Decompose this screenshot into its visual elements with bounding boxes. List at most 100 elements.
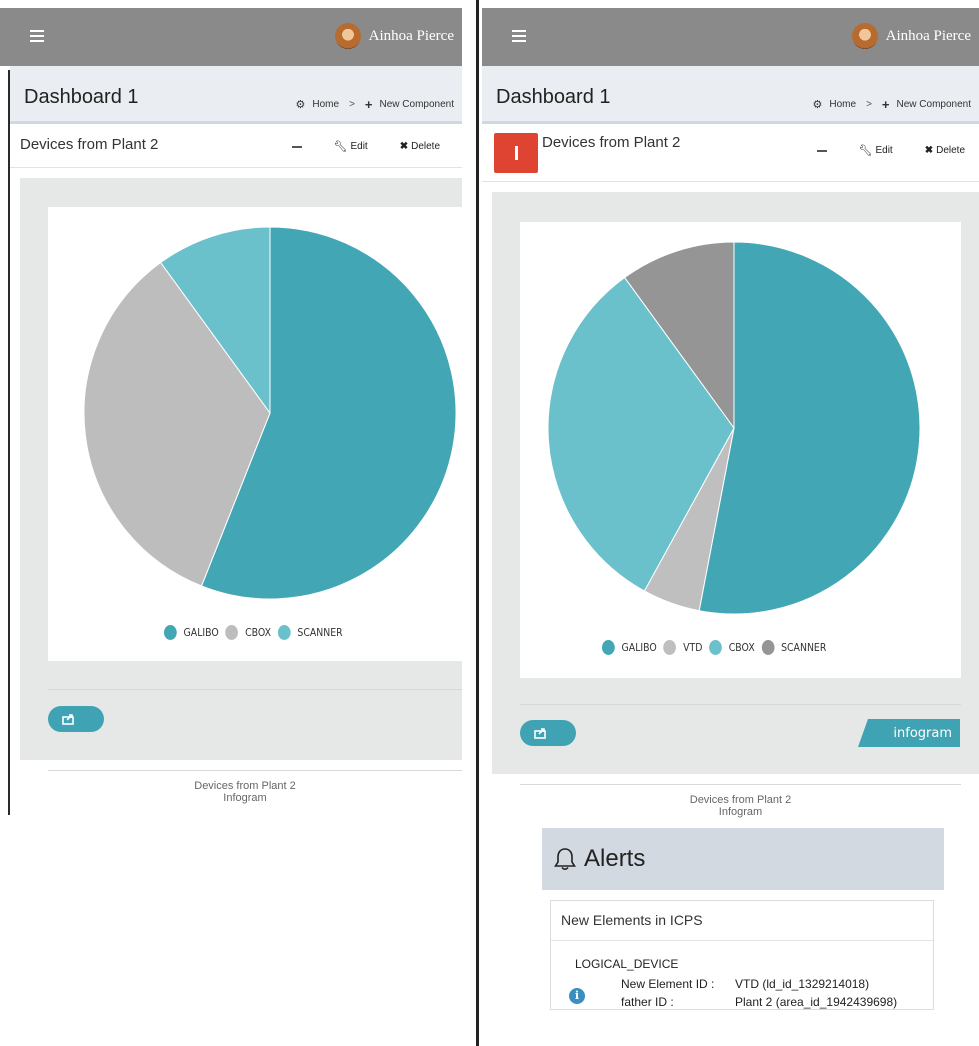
legend-label: CBOX [728,641,755,654]
widget-title: Devices from Plant 2 [20,136,159,153]
breadcrumb-home[interactable]: ⚙ Home [813,98,857,111]
chart-legend: GALIBO CBOX SCANNER [164,625,343,640]
delete-label: Delete [411,141,440,152]
caption-title: Devices from Plant 2 [194,780,296,792]
widget-title: Devices from Plant 2 [542,134,681,151]
breadcrumb: ⚙ Home > + New Component [296,97,454,112]
right-screen: Ainhoa Pierce Dashboard 1 ⚙ Home > + New C… [482,0,979,1046]
breadcrumb-home[interactable]: ⚙ Home [296,98,340,111]
page-title: Dashboard 1 [496,86,611,108]
dashboard-titlebar: Dashboard 1 ⚙ Home > + New Component [10,66,462,124]
alert-card-title: New Elements in ICPS [551,901,933,941]
pie-chart [547,241,921,615]
legend-label: SCANNER [297,626,343,639]
infogram-label: infogram [893,725,952,741]
chart-embed: GALIBO VTD CBOX SCANNER infogram [492,192,979,774]
chart-card: GALIBO VTD CBOX SCANNER [520,222,961,678]
plus-icon: + [881,97,890,112]
caption-divider [520,784,961,785]
breadcrumb-separator: > [349,99,355,110]
minimize-button[interactable] [816,149,827,152]
close-icon: ✖ [924,145,934,156]
new-component-button[interactable]: + New Component [365,97,454,112]
divider [520,704,961,705]
legend-item-galibo[interactable]: GALIBO [602,640,657,655]
dashboard-titlebar: Dashboard 1 ⚙ Home > + New Component [482,66,979,124]
caption-source: Infogram [223,792,267,804]
chart-caption: Devices from Plant 2 Infogram [520,794,961,818]
share-button[interactable] [520,720,576,746]
legend-dot [225,625,239,640]
share-button[interactable] [48,706,104,732]
breadcrumb-home-label: Home [312,99,340,110]
new-component-button[interactable]: + New Component [882,97,971,112]
chart-legend: GALIBO VTD CBOX SCANNER [602,640,826,655]
breadcrumb: ⚙ Home > + New Component [813,97,971,112]
minus-icon [816,149,827,152]
alerts-panel: Alerts New Elements in ICPS LOGICAL_DEVI… [542,828,944,1010]
menu-icon[interactable] [30,30,44,42]
legend-dot [277,625,291,640]
legend-label: CBOX [245,626,272,639]
edit-label: Edit [875,145,893,156]
legend-item-cbox[interactable]: CBOX [709,640,755,655]
new-component-label: New Component [896,99,971,110]
delete-button[interactable]: ✖ Delete [925,145,965,156]
top-navbar: Ainhoa Pierce [482,8,979,66]
delete-button[interactable]: ✖ Delete [400,141,440,152]
alert-row-label: father ID : [621,995,674,1009]
edit-button[interactable]: 🔧︎ Edit [334,140,368,153]
edit-button[interactable]: 🔧︎ Edit [859,144,893,157]
minus-icon [291,145,302,148]
delete-label: Delete [936,145,965,156]
frame-border [8,70,10,815]
widget-header: Devices from Plant 2 🔧︎ Edit ✖ Delete [482,124,979,182]
legend-label: GALIBO [183,626,219,639]
plus-icon: + [364,97,373,112]
minimize-button[interactable] [291,145,302,148]
page-title: Dashboard 1 [24,86,139,108]
alert-card[interactable]: New Elements in ICPS LOGICAL_DEVICE i Ne… [550,900,934,1010]
alert-row-value: VTD (ld_id_1329214018) [735,977,870,991]
caption-title: Devices from Plant 2 [689,794,792,806]
legend-item-vtd[interactable]: VTD [663,640,702,655]
legend-item-scanner[interactable]: SCANNER [761,640,826,655]
caption-divider [48,770,462,771]
share-icon [534,728,546,739]
caption-source: Infogram [718,806,763,818]
menu-icon[interactable] [512,30,526,42]
alerts-title: Alerts [584,845,646,872]
legend-item-galibo[interactable]: GALIBO [164,625,219,640]
edit-label: Edit [350,141,368,152]
alert-badge[interactable] [494,133,538,173]
legend-dot [663,640,677,655]
bell-icon [554,848,576,871]
wrench-icon: 🔧︎ [858,145,873,157]
avatar [851,23,878,49]
avatar [334,23,361,49]
chart-embed: GALIBO CBOX SCANNER [20,178,462,760]
user-menu[interactable]: Ainhoa Pierce [851,22,971,50]
user-name: Ainhoa Pierce [885,27,971,44]
legend-item-scanner[interactable]: SCANNER [277,625,343,640]
close-icon: ✖ [399,141,409,152]
new-component-label: New Component [379,99,454,110]
legend-dot [761,640,775,655]
exclamation-icon [514,146,518,160]
divider [48,689,462,690]
info-icon: i [569,988,585,1004]
user-name: Ainhoa Pierce [368,27,454,44]
alert-row-value: Plant 2 (area_id_1942439698) [735,995,898,1009]
legend-item-cbox[interactable]: CBOX [225,625,272,640]
user-menu[interactable]: Ainhoa Pierce [334,22,454,50]
wrench-icon: 🔧︎ [333,141,348,153]
breadcrumb-separator: > [866,99,872,110]
legend-dot [164,625,177,640]
alerts-header: Alerts [542,828,944,890]
alert-row-label: New Element ID : [621,977,715,991]
chart-caption: Devices from Plant 2 Infogram [48,780,442,804]
breadcrumb-home-label: Home [829,99,857,110]
top-navbar: Ainhoa Pierce [0,8,462,66]
dashboard-icon: ⚙ [295,99,306,111]
infogram-badge[interactable]: infogram [858,719,960,747]
